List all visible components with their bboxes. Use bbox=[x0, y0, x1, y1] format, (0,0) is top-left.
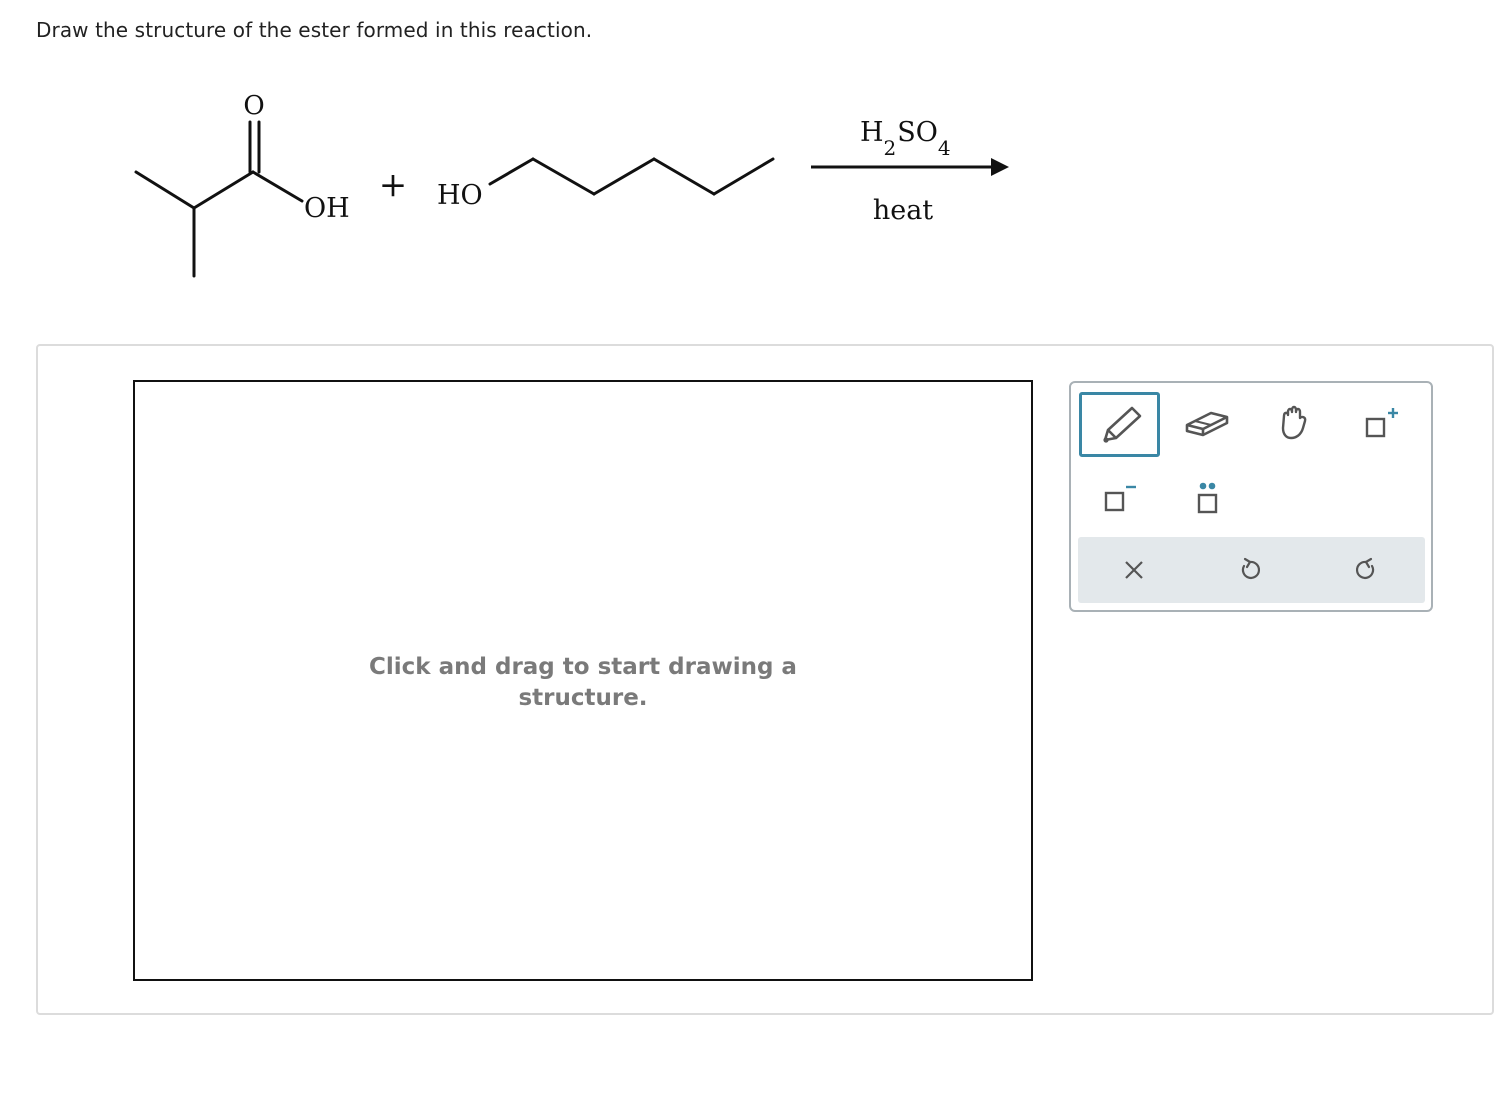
redo-icon bbox=[1355, 557, 1375, 579]
carboxylic-acid-structure bbox=[134, 120, 304, 278]
negative-charge-icon bbox=[1104, 485, 1136, 512]
reaction-arrow bbox=[811, 158, 1009, 176]
action-bar bbox=[1078, 537, 1425, 603]
negative-charge-tool[interactable] bbox=[1079, 466, 1160, 528]
condition-label: heat bbox=[873, 195, 933, 226]
acid-hydroxyl-label: OH bbox=[304, 193, 350, 224]
lone-pair-icon bbox=[1197, 482, 1218, 514]
pencil-icon bbox=[1102, 406, 1141, 443]
catalyst-o-subscript: 4 bbox=[938, 136, 951, 160]
catalyst-so: SO bbox=[897, 117, 938, 148]
positive-charge-tool[interactable] bbox=[1343, 392, 1419, 454]
redo-button[interactable] bbox=[1326, 537, 1406, 603]
hand-icon bbox=[1281, 405, 1307, 440]
drawing-toolbox bbox=[1069, 381, 1433, 612]
undo-icon bbox=[1241, 557, 1261, 579]
close-icon bbox=[1125, 561, 1143, 579]
catalyst-label: H2SO4 bbox=[860, 117, 951, 160]
eraser-icon bbox=[1185, 411, 1229, 437]
carbonyl-oxygen-label: O bbox=[243, 91, 264, 121]
positive-charge-icon bbox=[1365, 408, 1398, 438]
drawing-canvas[interactable]: Click and drag to start drawing a struct… bbox=[133, 380, 1033, 981]
hand-tool[interactable] bbox=[1259, 392, 1335, 454]
eraser-tool[interactable] bbox=[1169, 392, 1245, 454]
catalyst-h-subscript: 2 bbox=[884, 136, 897, 160]
alcohol-structure bbox=[488, 157, 775, 196]
alcohol-hydroxyl-label: HO bbox=[437, 180, 483, 211]
canvas-hint: Click and drag to start drawing a struct… bbox=[369, 654, 797, 711]
clear-button[interactable] bbox=[1094, 537, 1174, 603]
lone-pair-tool[interactable] bbox=[1169, 466, 1245, 528]
catalyst-h: H bbox=[860, 117, 884, 148]
reaction-scheme: O OH + HO H2SO4 heat bbox=[134, 91, 1009, 278]
undo-button[interactable] bbox=[1210, 537, 1290, 603]
plus-sign: + bbox=[379, 165, 408, 205]
pencil-tool[interactable] bbox=[1079, 392, 1160, 457]
